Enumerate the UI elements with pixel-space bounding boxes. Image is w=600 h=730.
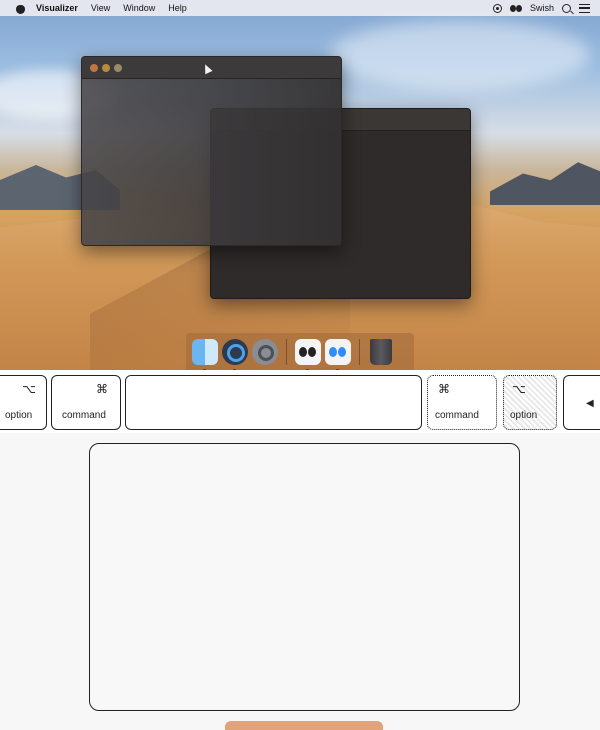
- option-symbol: ⌥: [22, 382, 36, 396]
- trackpad-visualizer: [0, 433, 600, 730]
- key-space[interactable]: [125, 375, 422, 430]
- front-window[interactable]: [81, 56, 342, 246]
- swish-eye: [338, 346, 346, 357]
- wallpaper-cloud: [330, 20, 590, 90]
- spotlight-search-icon[interactable]: [562, 3, 571, 13]
- dock-separator: [359, 338, 360, 365]
- menu-help[interactable]: Help: [168, 3, 187, 13]
- menu-bar: Visualizer View Window Help Swish: [0, 0, 600, 16]
- swish-eye: [299, 346, 307, 357]
- key-option-left[interactable]: ⌥ option: [0, 375, 47, 430]
- desktop: Visualizer View Window Help Swish: [0, 0, 600, 370]
- dock: [186, 333, 414, 370]
- bottom-edge-bar: [225, 721, 383, 730]
- key-label: command: [435, 410, 479, 421]
- wallpaper-mountain: [490, 162, 600, 205]
- trash-icon[interactable]: [370, 338, 392, 365]
- command-symbol: ⌘: [438, 382, 450, 396]
- key-option-right[interactable]: ⌥ option: [503, 375, 557, 430]
- system-preferences-icon[interactable]: [252, 338, 278, 365]
- screen-record-icon[interactable]: [492, 3, 502, 13]
- key-command-left[interactable]: ⌘ command: [51, 375, 121, 430]
- running-indicator: [336, 368, 339, 370]
- running-indicator: [233, 368, 236, 370]
- menu-window[interactable]: Window: [123, 3, 155, 13]
- arrow-left-icon: ◀: [586, 398, 594, 409]
- swish-alt-icon[interactable]: [325, 338, 351, 370]
- swish-eye: [329, 346, 337, 357]
- close-button[interactable]: [90, 64, 98, 72]
- dock-separator: [286, 338, 287, 365]
- apple-icon[interactable]: [14, 2, 28, 14]
- running-indicator: [306, 368, 309, 370]
- swish-eye: [308, 346, 316, 357]
- swish-icon[interactable]: [509, 4, 522, 12]
- key-command-right[interactable]: ⌘ command: [427, 375, 497, 430]
- menu-app-name[interactable]: Visualizer: [36, 3, 78, 13]
- control-center-icon[interactable]: [579, 3, 590, 13]
- menu-extras: Swish: [492, 3, 590, 13]
- key-label: option: [5, 410, 33, 421]
- option-symbol: ⌥: [512, 382, 526, 396]
- key-label: option: [510, 410, 538, 421]
- running-indicator: [203, 368, 206, 370]
- zoom-button[interactable]: [114, 64, 122, 72]
- key-arrow-left[interactable]: ◀: [563, 375, 600, 430]
- quicktime-icon[interactable]: [222, 338, 248, 370]
- command-symbol: ⌘: [96, 382, 108, 396]
- status-swish-label[interactable]: Swish: [530, 3, 554, 13]
- finder-icon[interactable]: [192, 338, 218, 370]
- menu-view[interactable]: View: [91, 3, 110, 13]
- swish-icon[interactable]: [295, 338, 321, 370]
- key-label: command: [62, 410, 106, 421]
- keyboard-visualizer: ⌥ option ⌘ command ⌘ command ⌥ option ◀: [0, 373, 600, 433]
- minimize-button[interactable]: [102, 64, 110, 72]
- trackpad[interactable]: [89, 443, 520, 711]
